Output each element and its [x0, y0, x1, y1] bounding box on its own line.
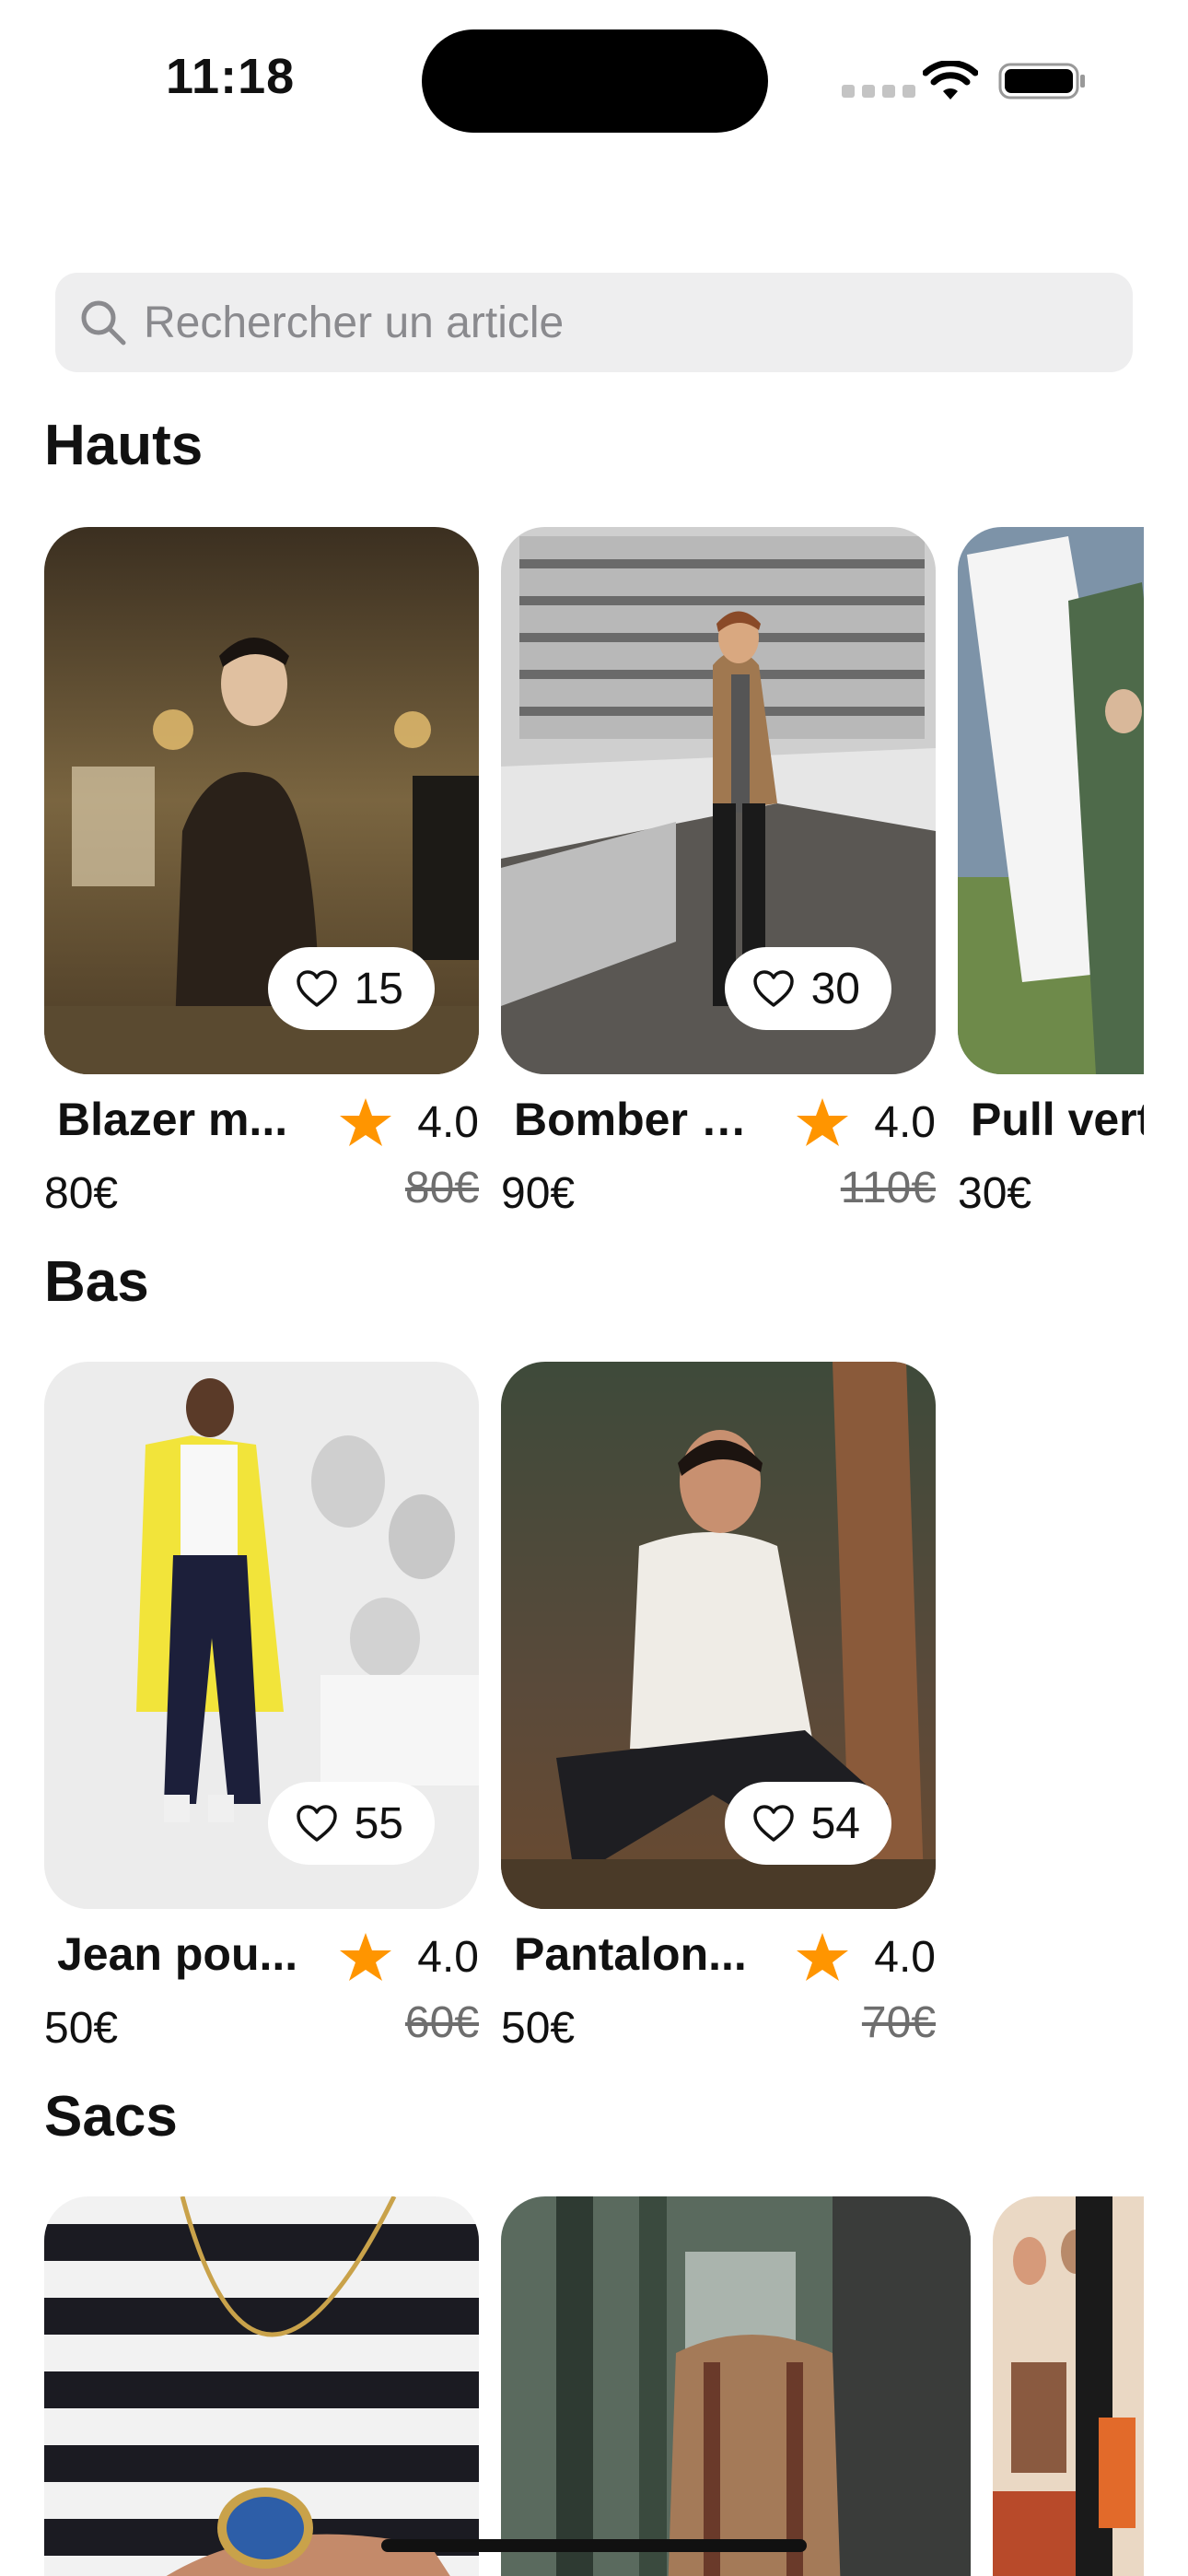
product-card-sac-2[interactable]	[501, 2196, 971, 2576]
status-bar: 11:18	[0, 0, 1188, 157]
star-icon	[340, 1933, 392, 1981]
like-button[interactable]: 15	[267, 947, 435, 1030]
product-photo[interactable]: 55	[44, 1362, 479, 1909]
section-title-sacs: Sacs	[44, 2085, 178, 2149]
battery-icon	[998, 63, 1085, 100]
shop-display-photo	[993, 2196, 1144, 2576]
search-input[interactable]	[144, 297, 1065, 348]
star-icon	[797, 1933, 849, 1981]
like-button[interactable]: 54	[724, 1782, 891, 1865]
rating-value: 4.0	[874, 1097, 936, 1147]
product-card-sac-1[interactable]	[44, 2196, 479, 2576]
status-time: 11:18	[166, 49, 296, 104]
wifi-icon	[923, 61, 978, 100]
product-photo[interactable]	[44, 2196, 479, 2576]
like-button[interactable]: 30	[724, 947, 891, 1030]
product-card-sac-3[interactable]	[993, 2196, 1144, 2576]
product-price: 80€	[44, 1169, 119, 1218]
product-rating: 4.0	[338, 1096, 479, 1148]
product-old-price: 60€	[404, 1998, 479, 2047]
product-card-bomber[interactable]: 30 Bomber a... 4.0 90€ 110€	[501, 527, 936, 1218]
product-photo[interactable]	[501, 2196, 971, 2576]
product-rating: 4.0	[795, 1931, 936, 1983]
like-button[interactable]: 55	[267, 1782, 435, 1865]
section-title-bas: Bas	[44, 1250, 149, 1314]
star-icon	[340, 1098, 392, 1146]
product-row-sacs[interactable]	[44, 2196, 1144, 2576]
search-icon	[74, 293, 133, 352]
product-name: Pantalon...	[514, 1928, 747, 1980]
like-count: 15	[354, 964, 403, 1013]
heart-icon	[296, 1805, 337, 1842]
product-price: 30€	[958, 1169, 1032, 1218]
product-card-pantalon[interactable]: 54 Pantalon... 4.0 50€ 70€	[501, 1362, 936, 2053]
rating-value: 4.0	[417, 1932, 479, 1982]
product-price: 50€	[501, 2004, 576, 2053]
rating-value: 4.0	[874, 1932, 936, 1982]
product-photo[interactable]	[993, 2196, 1144, 2576]
rating-value: 4.0	[417, 1097, 479, 1147]
product-old-price: 80€	[404, 1164, 479, 1212]
section-title-hauts: Hauts	[44, 414, 204, 477]
cellular-signal-icon	[842, 85, 915, 98]
product-card-pull-vert[interactable]: Pull vert 30€	[958, 527, 1144, 1218]
product-row-hauts[interactable]: 15 Blazer m... 4.0 80€ 80€ 30 Bomber a..…	[44, 527, 1144, 1227]
product-photo[interactable]: 15	[44, 527, 479, 1074]
product-price: 90€	[501, 1169, 576, 1218]
star-icon	[797, 1098, 849, 1146]
pull-vert-photo	[958, 527, 1144, 1074]
product-price: 50€	[44, 2004, 119, 2053]
product-photo[interactable]: 30	[501, 527, 936, 1074]
like-count: 30	[810, 964, 860, 1013]
product-photo[interactable]: 54	[501, 1362, 936, 1909]
product-name: Blazer m...	[57, 1094, 288, 1145]
product-card-jean[interactable]: 55 Jean pou... 4.0 50€ 60€	[44, 1362, 479, 2053]
pendant-necklace-photo	[44, 2196, 479, 2576]
search-bar[interactable]	[55, 273, 1133, 372]
heart-icon	[752, 970, 794, 1007]
product-old-price: 110€	[840, 1164, 936, 1212]
heart-icon	[752, 1805, 794, 1842]
product-name: Bomber a...	[514, 1094, 763, 1145]
heart-icon	[296, 970, 337, 1007]
home-indicator	[381, 2539, 807, 2552]
like-count: 55	[354, 1798, 403, 1848]
product-rating: 4.0	[338, 1931, 479, 1983]
product-name: Jean pou...	[57, 1928, 298, 1980]
product-card-blazer[interactable]: 15 Blazer m... 4.0 80€ 80€	[44, 527, 479, 1218]
product-photo[interactable]	[958, 527, 1144, 1074]
dynamic-island	[422, 29, 768, 133]
leather-backpack-photo	[501, 2196, 971, 2576]
like-count: 54	[810, 1798, 860, 1848]
product-row-bas[interactable]: 55 Jean pou... 4.0 50€ 60€ 54 Pantalon..…	[44, 1362, 1144, 2062]
product-name: Pull vert	[971, 1094, 1144, 1145]
product-rating: 4.0	[795, 1096, 936, 1148]
product-old-price: 70€	[861, 1998, 936, 2047]
